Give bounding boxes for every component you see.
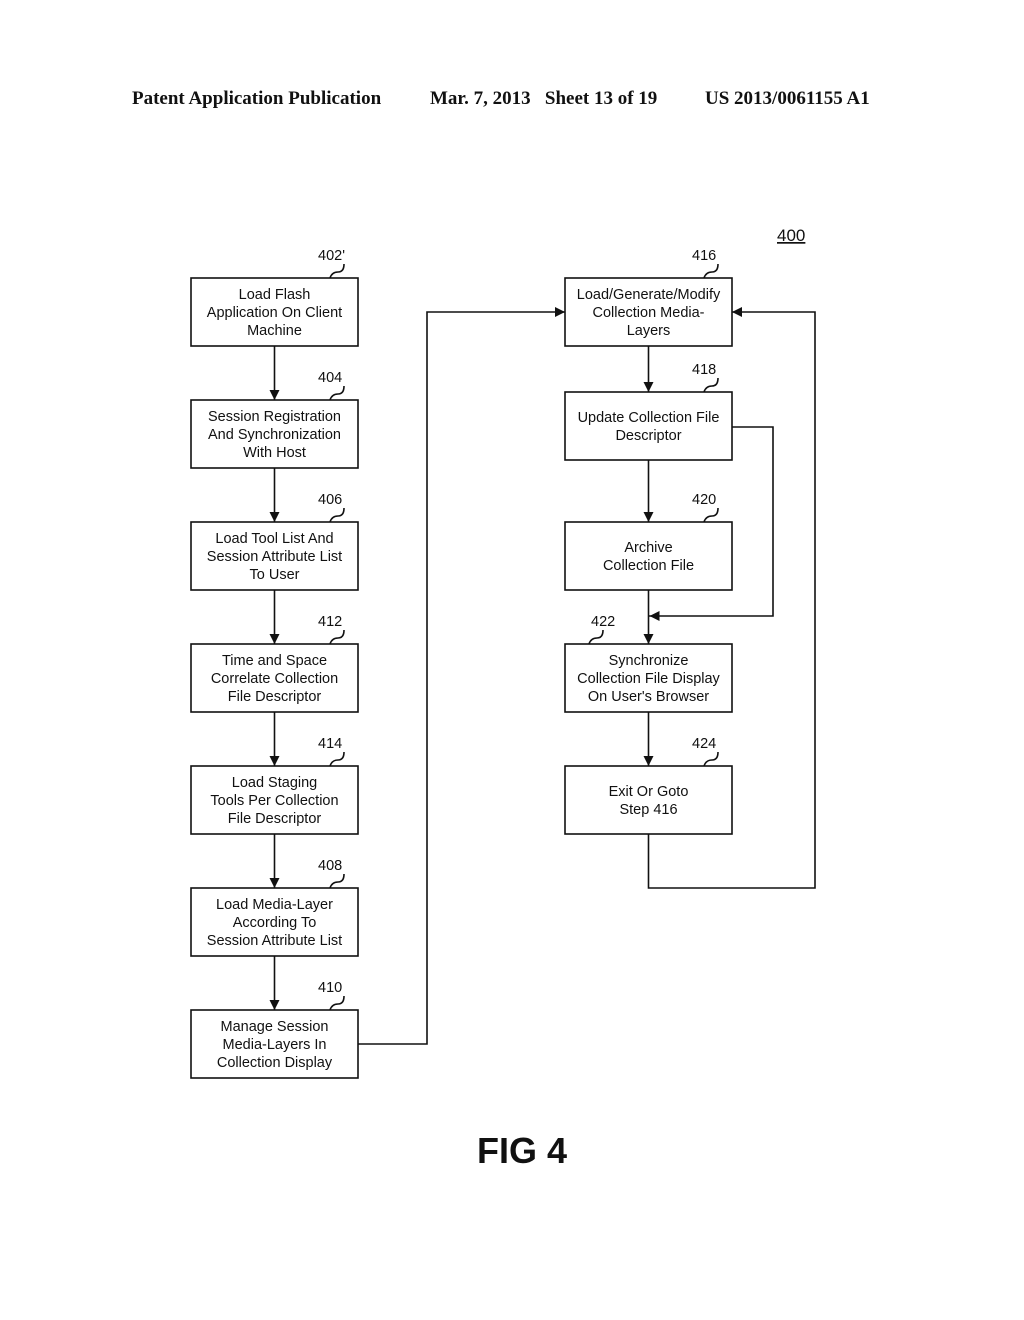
step-text-line: Collection File Display <box>577 671 720 687</box>
leader-line <box>329 751 345 767</box>
reference-numeral: 422 <box>591 614 615 630</box>
figure-label: FIG 4 <box>477 1130 567 1171</box>
step-text-line: Session Attribute List <box>207 933 342 949</box>
connector-line <box>358 311 565 1045</box>
step-text-line: And Synchronization <box>208 427 341 443</box>
step-text-line: To User <box>250 567 300 583</box>
reference-numeral: 408 <box>318 858 342 874</box>
step-box <box>564 521 733 591</box>
arrowhead <box>643 382 654 392</box>
step-text-line: Session Registration <box>208 409 341 425</box>
step-text-line: Manage Session <box>220 1019 328 1035</box>
arrowhead <box>269 878 280 888</box>
reference-numeral: 416 <box>692 248 716 264</box>
arrowhead <box>555 307 565 317</box>
arrowhead <box>269 512 280 522</box>
leader-line <box>588 629 604 645</box>
step-text-line: Media-Layers In <box>223 1037 327 1053</box>
step-text-line: Descriptor <box>615 428 681 444</box>
leader-line <box>329 995 345 1011</box>
step-text-line: Step 416 <box>619 802 677 818</box>
step-text-line: Exit Or Goto <box>609 784 689 800</box>
leader-line <box>329 507 345 523</box>
step-text-line: File Descriptor <box>228 689 322 705</box>
step-text-line: Update Collection File <box>578 410 720 426</box>
step-text-line: According To <box>233 915 317 931</box>
arrowhead <box>643 512 654 522</box>
reference-numeral: 424 <box>692 736 716 752</box>
leader-line <box>329 629 345 645</box>
arrowhead <box>269 634 280 644</box>
step-box <box>564 765 733 835</box>
reference-numeral: 412 <box>318 614 342 630</box>
reference-numeral: 406 <box>318 492 342 508</box>
step-text-line: Load Media-Layer <box>216 897 333 913</box>
reference-numeral: 414 <box>318 736 342 752</box>
step-text-line: With Host <box>243 445 306 461</box>
step-text-line: Load Staging <box>232 775 317 791</box>
step-text-line: Load/Generate/Modify <box>577 287 721 303</box>
step-text-line: Session Attribute List <box>207 549 342 565</box>
arrowhead <box>649 611 660 621</box>
step-text-line: Time and Space <box>222 653 327 669</box>
arrowhead <box>269 1000 280 1010</box>
step-boxes: Load Flash Application On Client Machine 40… <box>190 248 733 1079</box>
step-text-line: Layers <box>627 323 671 339</box>
step-text-line: Application On Client <box>207 305 342 321</box>
arrowhead <box>269 756 280 766</box>
leader-line <box>329 873 345 889</box>
step-box <box>564 391 733 461</box>
step-text-line: Tools Per Collection <box>210 793 338 809</box>
arrowhead <box>732 307 742 317</box>
reference-numeral: 410 <box>318 980 342 996</box>
step-402: Load Flash Application On Client Machine 40… <box>190 248 359 347</box>
step-text-line: Correlate Collection <box>211 671 338 687</box>
leader-line <box>703 507 719 523</box>
step-text-line: On User's Browser <box>588 689 709 705</box>
leader-line <box>329 263 345 279</box>
arrowhead <box>643 756 654 766</box>
step-text-line: Collection File <box>603 558 694 574</box>
step-text-line: Collection Media- <box>592 305 704 321</box>
step-416: Load/Generate/Modify Collection Media- Lay… <box>564 248 733 347</box>
arrowhead <box>269 390 280 400</box>
flowchart: Load Flash Application On Client Machine 40… <box>190 226 816 1171</box>
step-text-line: Collection Display <box>217 1055 333 1071</box>
leader-line <box>703 263 719 279</box>
step-text-line: Synchronize <box>609 653 689 669</box>
reference-numeral: 404 <box>318 370 342 386</box>
leader-line <box>703 751 719 767</box>
reference-numeral: 420 <box>692 492 716 508</box>
leader-line <box>329 385 345 401</box>
figure-reference: 400 <box>777 226 805 245</box>
step-text-line: Archive <box>624 540 672 556</box>
arrowhead <box>643 634 654 644</box>
step-text-line: Load Flash <box>239 287 311 303</box>
step-text-line: File Descriptor <box>228 811 322 827</box>
step-text-line: Machine <box>247 323 302 339</box>
leader-line <box>703 377 719 393</box>
step-text-line: Load Tool List And <box>215 531 333 547</box>
reference-numeral: 418 <box>692 362 716 378</box>
reference-numeral: 402' <box>318 248 345 264</box>
